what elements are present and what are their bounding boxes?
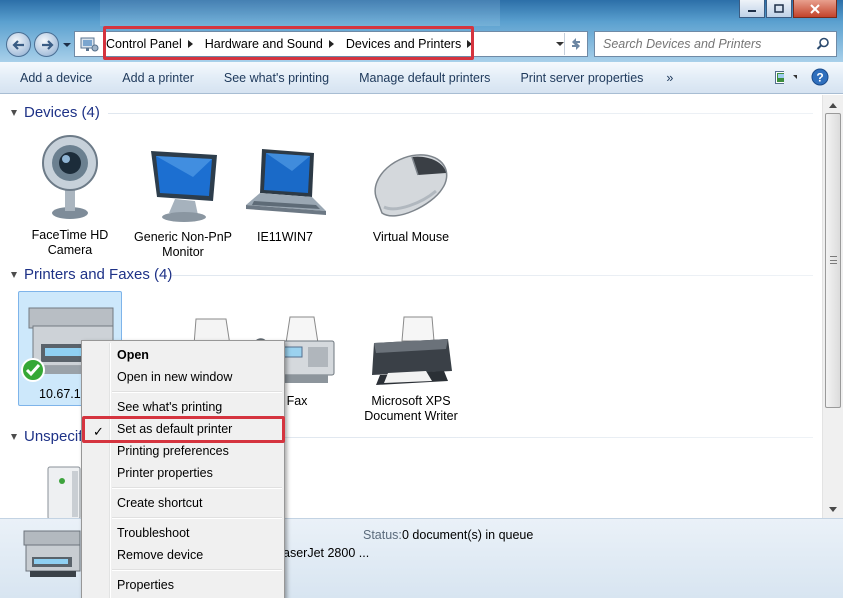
scroll-down-arrow-icon [829, 506, 837, 512]
change-view-icon [775, 70, 784, 84]
back-arrow-icon [11, 39, 24, 50]
status-value: 0 document(s) in queue [402, 528, 534, 542]
menu-remove-device[interactable]: Remove device [84, 544, 282, 566]
view-dropdown-icon[interactable] [792, 73, 797, 81]
selected-printer-icon [23, 530, 81, 577]
unspecified-collapse-icon[interactable] [11, 434, 17, 440]
search-box[interactable] [594, 31, 837, 57]
control-panel-icon [80, 37, 99, 52]
print-server-properties-command[interactable]: Print server properties [505, 62, 658, 93]
scroll-thumb-grip [830, 256, 837, 264]
mouse-icon [374, 154, 448, 217]
scroll-up-arrow-icon [829, 102, 837, 108]
see-whats-printing-command[interactable]: See what's printing [209, 62, 344, 93]
close-button[interactable] [793, 0, 837, 18]
refresh-icon [571, 38, 580, 50]
refresh-button[interactable] [564, 33, 586, 55]
add-device-command[interactable]: Add a device [0, 62, 107, 93]
minimize-button[interactable] [739, 0, 765, 18]
monitor-icon [151, 151, 217, 222]
menu-highlight-box [82, 416, 285, 443]
menu-separator [112, 517, 282, 519]
menu-printer-properties[interactable]: Printer properties [84, 462, 282, 484]
group-divider [108, 113, 813, 114]
scroll-thumb[interactable] [825, 113, 841, 408]
menu-separator [112, 391, 282, 393]
forward-button[interactable] [34, 32, 59, 57]
svg-text:?: ? [816, 71, 823, 85]
minimize-icon [748, 9, 756, 12]
change-view-button[interactable] [775, 68, 797, 86]
view-controls: ? [775, 68, 829, 86]
menu-open-in-new-window[interactable]: Open in new window [84, 366, 282, 388]
printer-model-text: aserJet 2800 ... [283, 546, 370, 560]
menu-separator [112, 487, 282, 489]
device-facetime-camera[interactable]: FaceTime HD Camera [19, 131, 121, 258]
maximize-icon [774, 4, 784, 13]
address-highlight-box [103, 26, 474, 60]
maximize-button[interactable] [766, 0, 792, 18]
command-bar: Add a device Add a printer See what's pr… [0, 62, 843, 94]
more-commands-button[interactable]: » [658, 62, 688, 93]
forward-arrow-icon [41, 39, 54, 50]
close-icon [810, 3, 820, 14]
xps-printer-icon [372, 316, 452, 385]
status-label: Status: [363, 528, 402, 542]
back-button[interactable] [6, 32, 31, 57]
help-icon[interactable]: ? [811, 68, 829, 86]
menu-open[interactable]: Open [84, 344, 282, 366]
device-generic-monitor[interactable]: Generic Non-PnP Monitor [132, 147, 234, 260]
unspecified-group-header[interactable]: Unspecifi [24, 428, 86, 445]
devices-collapse-icon[interactable] [11, 110, 17, 116]
printer-context-menu: Open Open in new window See what's print… [81, 340, 285, 598]
menu-see-whats-printing[interactable]: See what's printing [84, 396, 282, 418]
manage-default-printers-command[interactable]: Manage default printers [344, 62, 505, 93]
search-input[interactable] [595, 37, 805, 51]
group-divider [284, 437, 813, 438]
printers-collapse-icon[interactable] [11, 272, 17, 278]
default-printer-check-icon [21, 358, 45, 382]
printers-group-header[interactable]: Printers and Faxes (4) [24, 266, 172, 283]
device-virtual-mouse[interactable]: Virtual Mouse [360, 147, 462, 245]
recent-pages-dropdown-icon[interactable] [62, 40, 72, 50]
scroll-down-button[interactable] [827, 503, 839, 515]
menu-create-shortcut[interactable]: Create shortcut [84, 492, 282, 514]
scroll-up-button[interactable] [827, 99, 839, 111]
vertical-scrollbar[interactable] [822, 95, 843, 518]
menu-troubleshoot[interactable]: Troubleshoot [84, 522, 282, 544]
devices-and-printers-window: Control Panel Hardware and Sound Devices… [0, 0, 843, 598]
printer-microsoft-xps[interactable]: Microsoft XPS Document Writer [360, 315, 462, 424]
search-icon[interactable] [816, 37, 830, 51]
menu-printing-preferences[interactable]: Printing preferences [84, 440, 282, 462]
webcam-icon [42, 135, 98, 219]
devices-group-header[interactable]: Devices (4) [24, 104, 100, 121]
laptop-icon [246, 149, 326, 215]
menu-properties[interactable]: Properties [84, 574, 282, 596]
menu-separator [112, 569, 282, 571]
device-ie11win7[interactable]: IE11WIN7 [234, 147, 336, 245]
group-divider [172, 275, 813, 276]
navigation-bar: Control Panel Hardware and Sound Devices… [0, 0, 843, 62]
tower-device-icon [47, 466, 81, 518]
add-printer-command[interactable]: Add a printer [107, 62, 209, 93]
caption-buttons [739, 0, 837, 18]
